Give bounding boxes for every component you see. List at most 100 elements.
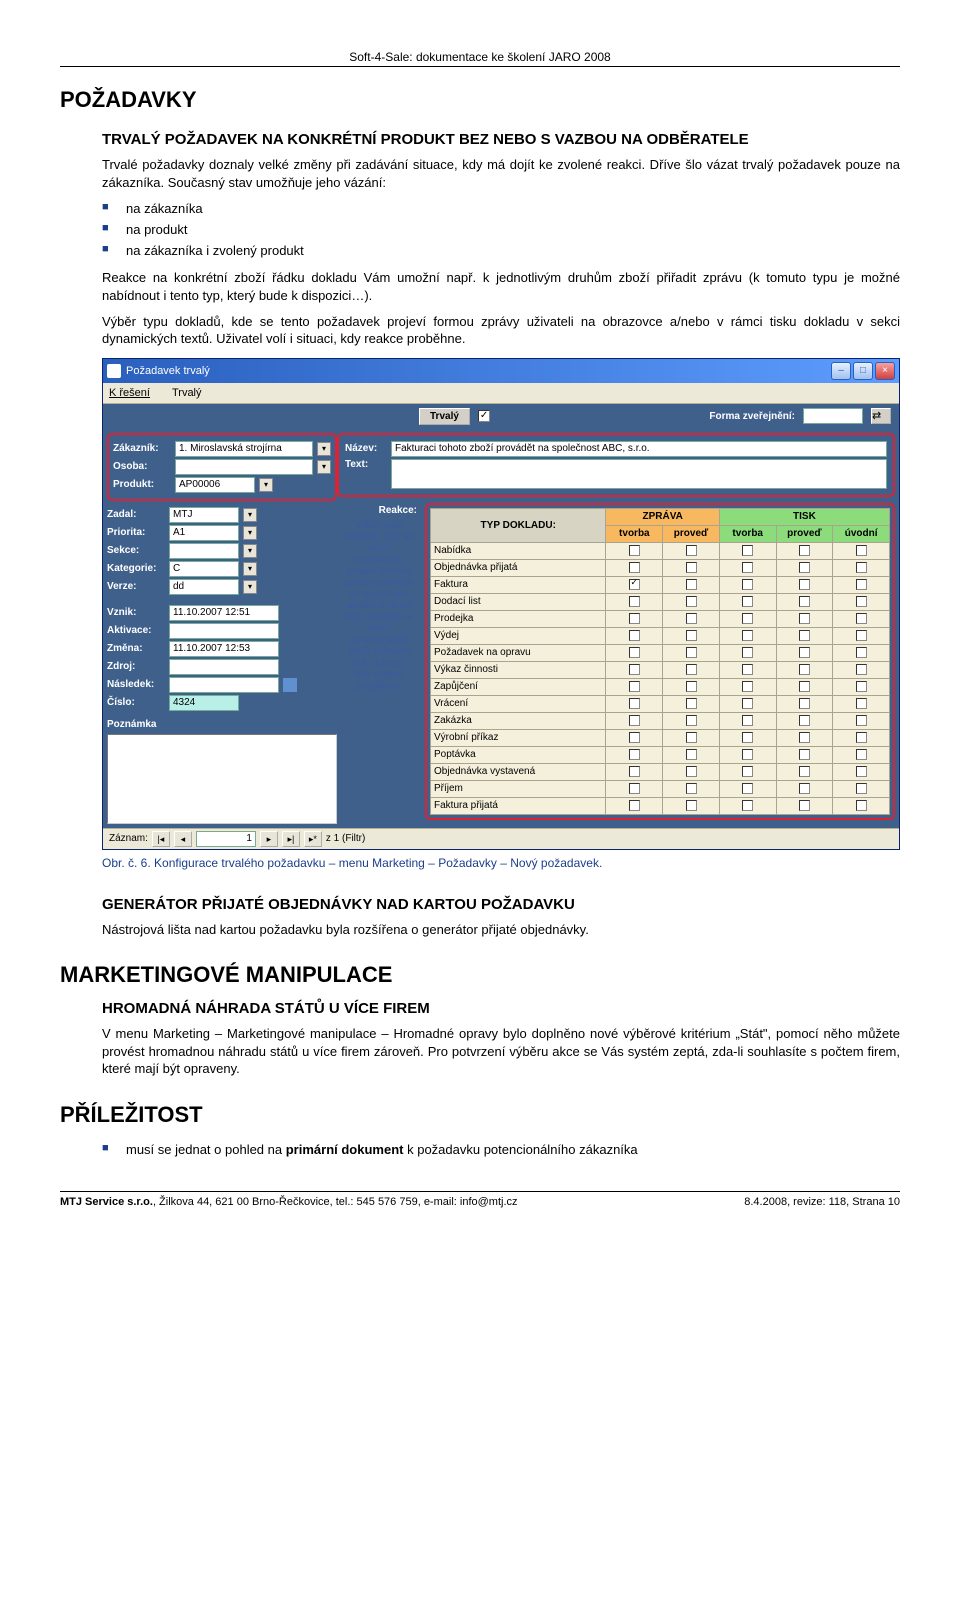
checkbox-icon[interactable]	[856, 579, 867, 590]
checkbox-icon[interactable]	[742, 579, 753, 590]
checkbox-icon[interactable]	[856, 596, 867, 607]
grid-checkbox-cell[interactable]	[776, 763, 833, 780]
grid-checkbox-cell[interactable]	[776, 644, 833, 661]
checkbox-icon[interactable]	[742, 647, 753, 658]
checkbox-icon[interactable]	[629, 664, 640, 675]
checkbox-icon[interactable]	[686, 545, 697, 556]
checkbox-icon[interactable]	[856, 545, 867, 556]
dropdown-icon[interactable]: ▾	[243, 562, 257, 576]
checkbox-icon[interactable]	[686, 766, 697, 777]
checkbox-icon[interactable]	[686, 698, 697, 709]
grid-checkbox-cell[interactable]	[719, 763, 776, 780]
dropdown-icon[interactable]: ▾	[317, 460, 331, 474]
dropdown-icon[interactable]: ▾	[259, 478, 273, 492]
grid-checkbox-cell[interactable]	[719, 661, 776, 678]
checkbox-icon[interactable]	[799, 562, 810, 573]
nav-new-button[interactable]: ▸*	[304, 831, 322, 847]
nav-first-button[interactable]: |◂	[152, 831, 170, 847]
grid-checkbox-cell[interactable]	[833, 661, 890, 678]
grid-checkbox-cell[interactable]	[719, 780, 776, 797]
grid-checkbox-cell[interactable]	[833, 627, 890, 644]
grid-checkbox-cell[interactable]	[833, 763, 890, 780]
record-pos[interactable]: 1	[196, 831, 256, 847]
checkbox-icon[interactable]	[629, 681, 640, 692]
grid-checkbox-cell[interactable]	[606, 746, 663, 763]
checkbox-icon[interactable]	[742, 783, 753, 794]
checkbox-icon[interactable]	[629, 800, 640, 811]
checkbox-icon[interactable]	[742, 545, 753, 556]
grid-checkbox-cell[interactable]	[776, 593, 833, 610]
checkbox-icon[interactable]	[686, 562, 697, 573]
grid-checkbox-cell[interactable]	[833, 644, 890, 661]
checkbox-icon[interactable]	[856, 783, 867, 794]
grid-checkbox-cell[interactable]	[663, 678, 720, 695]
checkbox-icon[interactable]	[742, 562, 753, 573]
dropdown-icon[interactable]: ▾	[243, 580, 257, 594]
checkbox-icon[interactable]	[629, 579, 640, 590]
grid-checkbox-cell[interactable]	[663, 542, 720, 559]
checkbox-icon[interactable]	[799, 715, 810, 726]
checkbox-icon[interactable]	[686, 647, 697, 658]
grid-checkbox-cell[interactable]	[663, 780, 720, 797]
checkbox-icon[interactable]	[742, 698, 753, 709]
aktivace-input[interactable]	[169, 623, 279, 639]
grid-checkbox-cell[interactable]	[663, 576, 720, 593]
grid-checkbox-cell[interactable]	[663, 559, 720, 576]
dropdown-icon[interactable]: ▾	[317, 442, 331, 456]
grid-checkbox-cell[interactable]	[606, 712, 663, 729]
checkbox-icon[interactable]	[856, 800, 867, 811]
maximize-button[interactable]: □	[853, 362, 873, 380]
checkbox-icon[interactable]	[686, 664, 697, 675]
zadal-input[interactable]: MTJ	[169, 507, 239, 523]
forma-input[interactable]	[803, 408, 863, 424]
grid-checkbox-cell[interactable]	[606, 593, 663, 610]
grid-checkbox-cell[interactable]	[719, 797, 776, 814]
grid-checkbox-cell[interactable]	[663, 610, 720, 627]
grid-checkbox-cell[interactable]	[833, 797, 890, 814]
grid-checkbox-cell[interactable]	[776, 542, 833, 559]
grid-checkbox-cell[interactable]	[776, 695, 833, 712]
grid-checkbox-cell[interactable]	[663, 763, 720, 780]
verze-input[interactable]: dd	[169, 579, 239, 595]
grid-checkbox-cell[interactable]	[606, 763, 663, 780]
grid-checkbox-cell[interactable]	[719, 610, 776, 627]
grid-checkbox-cell[interactable]	[833, 712, 890, 729]
checkbox-icon[interactable]	[799, 596, 810, 607]
grid-checkbox-cell[interactable]	[776, 746, 833, 763]
grid-checkbox-cell[interactable]	[663, 797, 720, 814]
checkbox-icon[interactable]	[799, 647, 810, 658]
checkbox-icon[interactable]	[686, 579, 697, 590]
checkbox-icon[interactable]	[629, 715, 640, 726]
grid-checkbox-cell[interactable]	[719, 627, 776, 644]
sekce-input[interactable]	[169, 543, 239, 559]
checkbox-icon[interactable]	[629, 647, 640, 658]
grid-checkbox-cell[interactable]	[776, 712, 833, 729]
grid-checkbox-cell[interactable]	[719, 593, 776, 610]
checkbox-icon[interactable]	[799, 766, 810, 777]
checkbox-icon[interactable]	[629, 562, 640, 573]
checkbox-icon[interactable]	[686, 800, 697, 811]
checkbox-icon[interactable]	[629, 766, 640, 777]
grid-checkbox-cell[interactable]	[833, 678, 890, 695]
zmena-input[interactable]: 11.10.2007 12:53	[169, 641, 279, 657]
checkbox-icon[interactable]	[799, 664, 810, 675]
grid-checkbox-cell[interactable]	[833, 780, 890, 797]
nav-next-button[interactable]: ▸	[260, 831, 278, 847]
vznik-input[interactable]: 11.10.2007 12:51	[169, 605, 279, 621]
nasledek-input[interactable]	[169, 677, 279, 693]
grid-checkbox-cell[interactable]	[663, 729, 720, 746]
checkbox-icon[interactable]	[629, 613, 640, 624]
checkbox-icon[interactable]	[686, 613, 697, 624]
nav-last-button[interactable]: ▸|	[282, 831, 300, 847]
grid-checkbox-cell[interactable]	[833, 576, 890, 593]
arrow-icon[interactable]	[283, 678, 297, 692]
checkbox-icon[interactable]	[686, 749, 697, 760]
grid-checkbox-cell[interactable]	[776, 729, 833, 746]
checkbox-icon[interactable]	[799, 613, 810, 624]
cislo-input[interactable]: 4324	[169, 695, 239, 711]
grid-checkbox-cell[interactable]	[606, 644, 663, 661]
checkbox-icon[interactable]	[629, 732, 640, 743]
checkbox-icon[interactable]	[742, 681, 753, 692]
checkbox-icon[interactable]	[856, 647, 867, 658]
checkbox-icon[interactable]	[629, 630, 640, 641]
